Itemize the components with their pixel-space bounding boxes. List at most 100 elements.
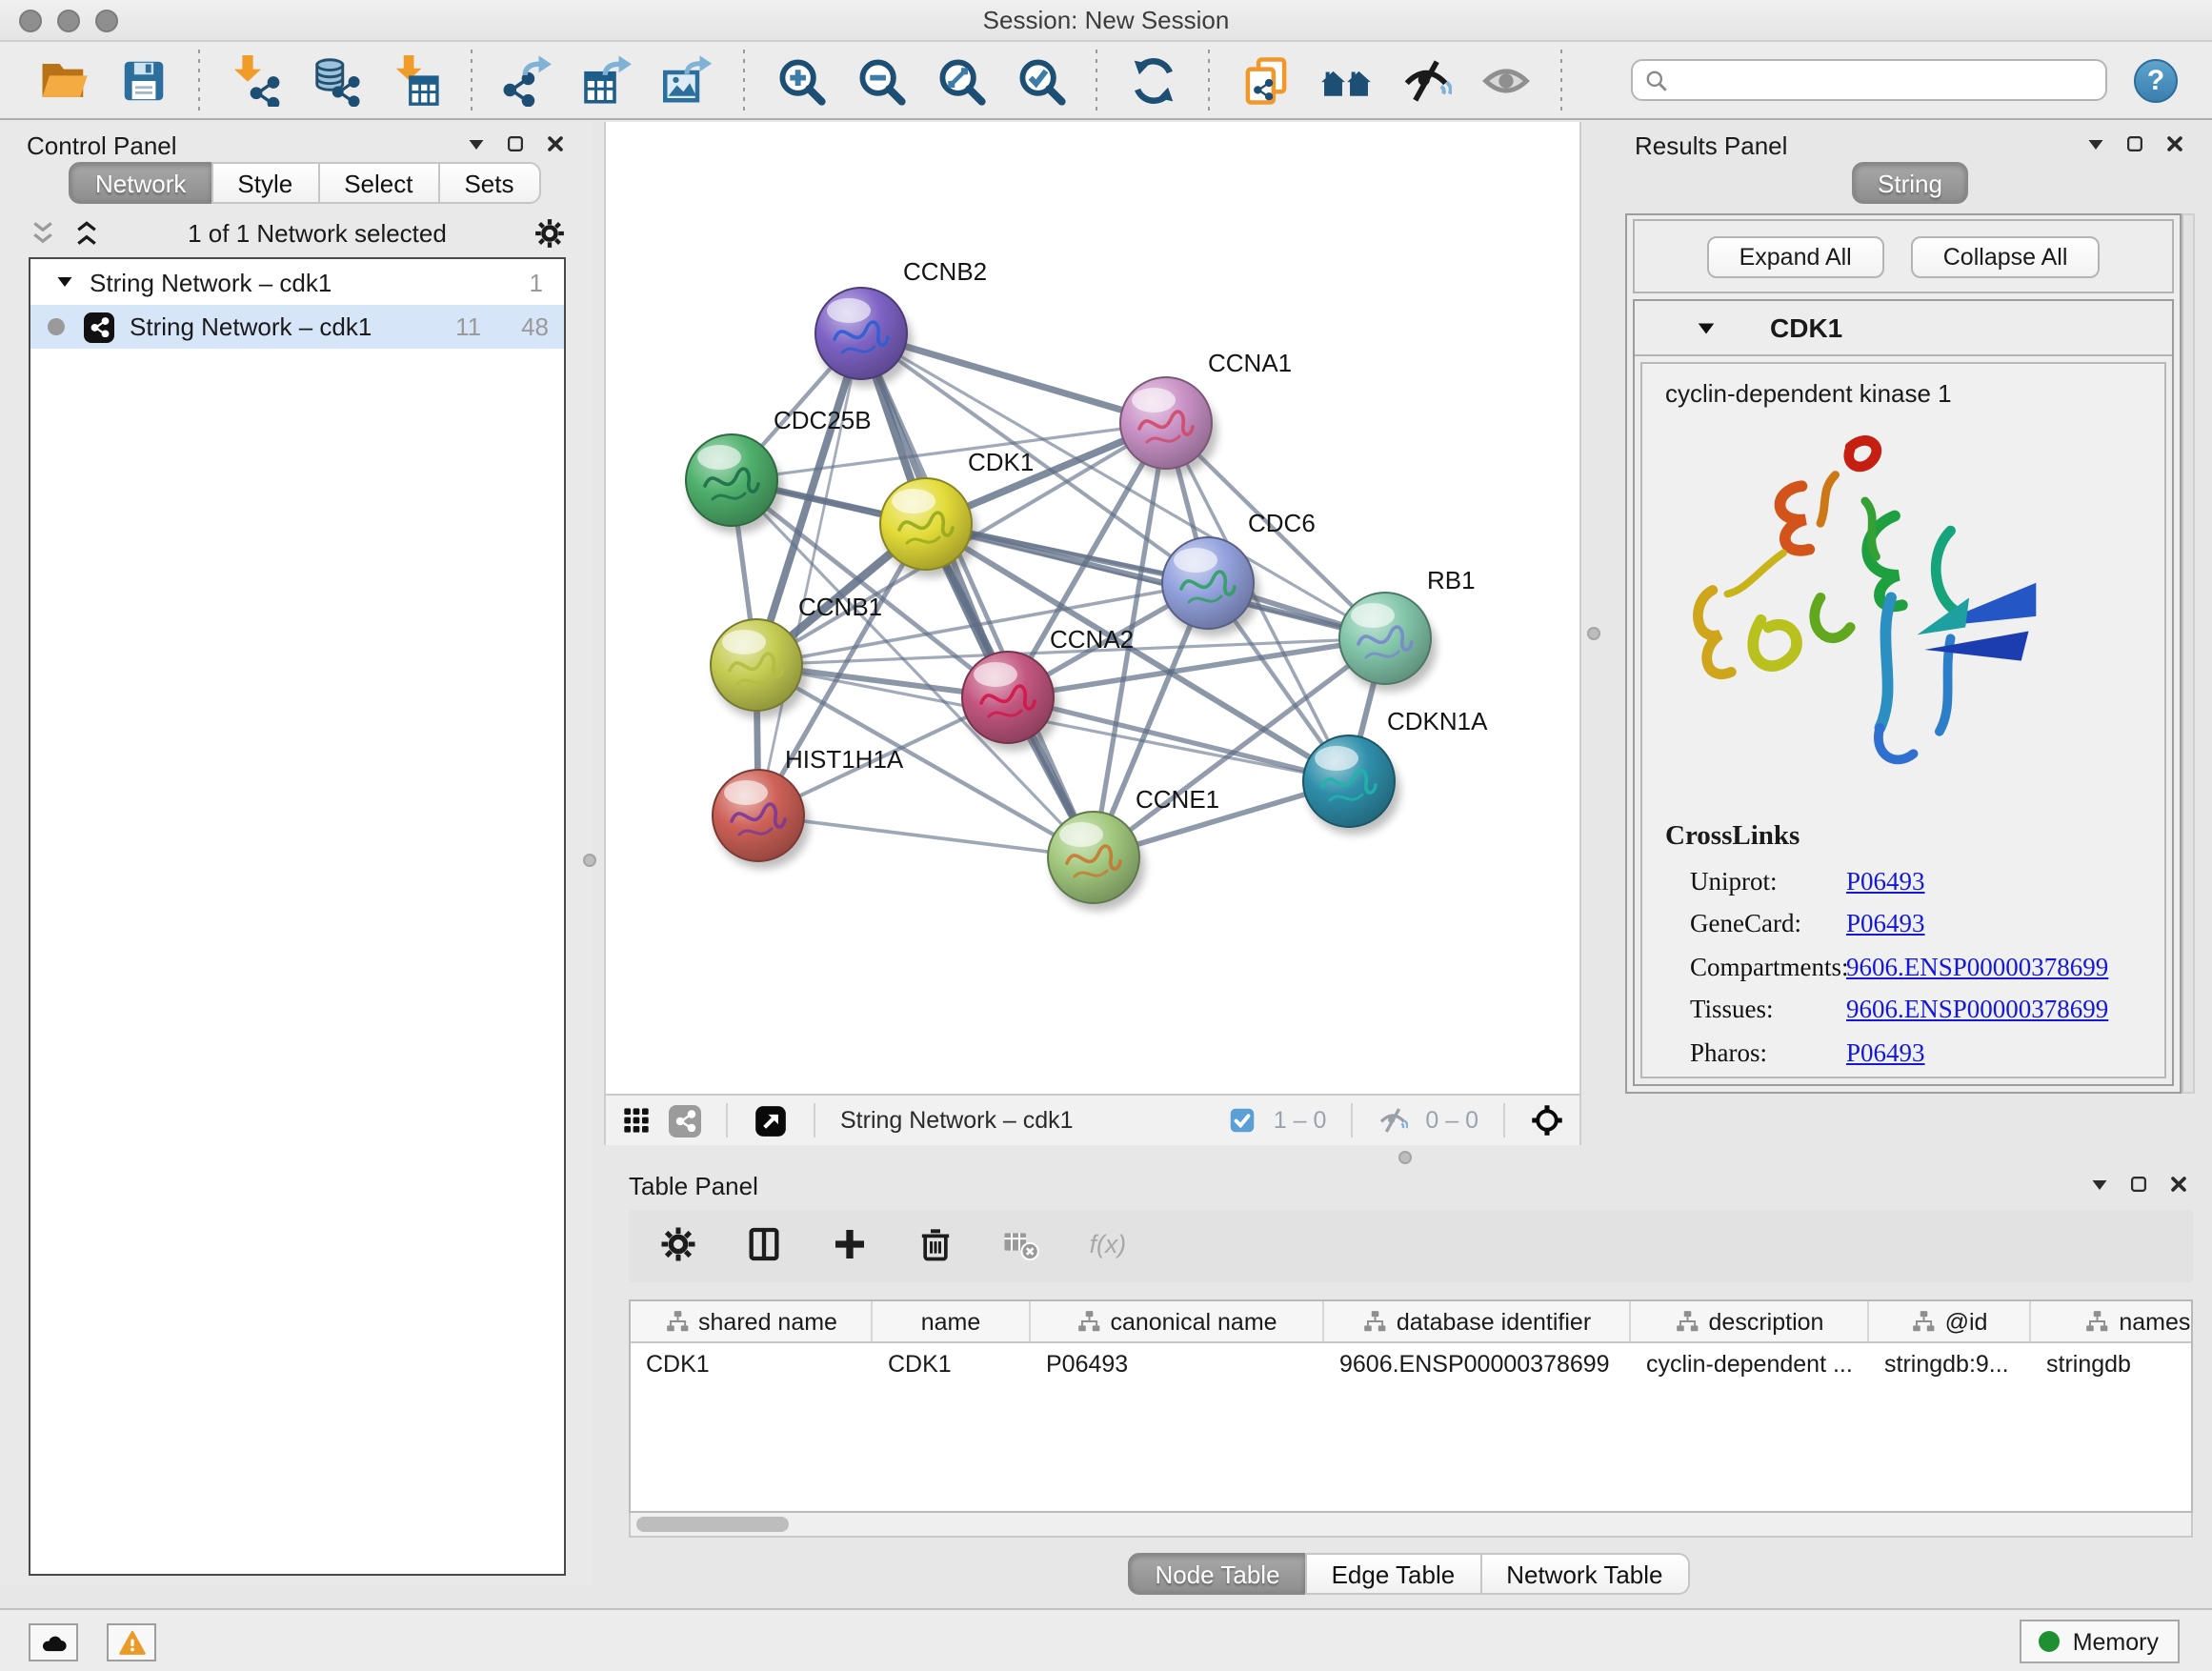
network-selected-summary: 1 of 1 Network selected <box>116 218 518 247</box>
show-all-button[interactable] <box>1465 46 1545 114</box>
network-node-ccna1[interactable] <box>1120 377 1217 476</box>
network-canvas[interactable]: CCNB2CCNA1CDC25BCDK1CDC6RB1CCNB1CCNA2CDK… <box>606 122 1583 1094</box>
crosslink-link[interactable]: P06493 <box>1846 909 1925 939</box>
node-label-cdc6: CDC6 <box>1248 509 1316 537</box>
network-node-ccne1[interactable] <box>1048 812 1145 911</box>
results-panel: Results Panel String Expand All Collapse… <box>1608 122 2212 1145</box>
search-input[interactable] <box>1679 67 2094 93</box>
column-header-name[interactable]: name <box>873 1301 1031 1341</box>
zoom-out-button[interactable] <box>840 46 920 114</box>
tab-edge-table[interactable]: Edge Table <box>1305 1553 1482 1595</box>
results-panel-close-button[interactable] <box>2164 131 2185 159</box>
warnings-button[interactable] <box>107 1623 156 1661</box>
collection-expander-icon[interactable] <box>55 272 74 292</box>
crosslink-link[interactable]: 9606.ENSP00000378699 <box>1846 952 2108 982</box>
column-header-description[interactable]: description <box>1631 1301 1869 1341</box>
right-splitter-handle[interactable] <box>1587 627 1600 640</box>
toolbar-separator <box>743 50 745 111</box>
create-column-button[interactable] <box>831 1224 869 1268</box>
home-button[interactable] <box>1305 46 1385 114</box>
import-network-file-button[interactable] <box>215 46 295 114</box>
table-cell: stringdb:9... <box>1869 1343 2031 1385</box>
network-node-hist1h1a[interactable] <box>713 770 810 869</box>
string-results-box: Expand All Collapse All CDK1 cyclin-depe… <box>1625 213 2182 1094</box>
control-panel-maximize-button[interactable] <box>505 131 526 159</box>
network-node-cdc6[interactable] <box>1162 537 1259 636</box>
column-header-database-identifier[interactable]: database identifier <box>1324 1301 1631 1341</box>
column-header-namespace[interactable]: namespace <box>2031 1301 2193 1341</box>
table-row[interactable]: CDK1CDK1P064939606.ENSP00000378699cyclin… <box>631 1343 2191 1385</box>
tab-select[interactable]: Select <box>317 162 439 204</box>
network-collection-row[interactable]: String Network – cdk1 1 <box>30 259 564 305</box>
selected-checkbox-icon[interactable] <box>1230 1107 1257 1134</box>
tab-node-table[interactable]: Node Table <box>1128 1553 1306 1595</box>
column-header-canonical-name[interactable]: canonical name <box>1031 1301 1324 1341</box>
network-node-cdk1[interactable] <box>880 478 977 577</box>
refresh-layout-button[interactable] <box>1113 46 1193 114</box>
column-header-id[interactable]: @id <box>1869 1301 2031 1341</box>
maximize-window-button[interactable] <box>95 10 118 32</box>
export-network-button[interactable] <box>488 46 568 114</box>
zoom-selected-button[interactable] <box>1000 46 1080 114</box>
gene-expander-icon[interactable] <box>1696 317 1717 338</box>
tab-sets[interactable]: Sets <box>437 162 540 204</box>
left-splitter-handle[interactable] <box>583 854 596 867</box>
import-table-button[interactable] <box>375 46 455 114</box>
memory-label: Memory <box>2073 1628 2159 1655</box>
collapse-all-networks-icon[interactable] <box>72 218 101 247</box>
hide-selected-button[interactable] <box>1385 46 1465 114</box>
tab-style[interactable]: Style <box>211 162 319 204</box>
tab-network-table[interactable]: Network Table <box>1479 1553 1689 1595</box>
table-panel-close-button[interactable] <box>2168 1171 2189 1199</box>
expand-all-networks-icon[interactable] <box>29 218 57 247</box>
memory-button[interactable]: Memory <box>2020 1620 2180 1663</box>
zoom-in-button[interactable] <box>760 46 840 114</box>
network-node-cdkn1a[interactable] <box>1303 735 1400 835</box>
tab-string[interactable]: String <box>1851 162 1969 204</box>
clone-network-button[interactable] <box>1225 46 1305 114</box>
crosslink-link[interactable]: 9606.ENSP00000378699 <box>1846 995 2108 1025</box>
zoom-fit-button[interactable] <box>920 46 1000 114</box>
open-session-button[interactable] <box>23 46 103 114</box>
crosslink-row: Pharos:P06493 <box>1665 1037 2142 1068</box>
minimize-window-button[interactable] <box>57 10 80 32</box>
toggle-panel-split-button[interactable] <box>745 1224 783 1268</box>
collection-count: 1 <box>530 268 564 296</box>
help-button[interactable]: ? <box>2134 58 2178 102</box>
expand-all-button[interactable]: Expand All <box>1707 235 1884 277</box>
results-panel-float-button[interactable] <box>2086 131 2105 159</box>
collection-label: String Network – cdk1 <box>90 268 332 296</box>
network-node-ccnb2[interactable] <box>815 288 913 387</box>
crosslink-link[interactable]: P06493 <box>1846 866 1925 896</box>
close-window-button[interactable] <box>19 10 42 32</box>
show-grid-icon[interactable] <box>621 1105 652 1136</box>
cloud-status-button[interactable] <box>29 1623 78 1661</box>
tab-network[interactable]: Network <box>69 162 212 204</box>
table-settings-button[interactable] <box>659 1224 697 1268</box>
node-label-hist1h1a: HIST1H1A <box>785 745 904 774</box>
fit-content-crosshair-icon[interactable] <box>1530 1103 1564 1137</box>
network-options-gear-icon[interactable] <box>533 216 566 249</box>
birds-eye-view-icon[interactable] <box>753 1102 789 1138</box>
collapse-all-button[interactable]: Collapse All <box>1911 235 2101 277</box>
table-panel-maximize-button[interactable] <box>2128 1171 2149 1199</box>
control-panel-close-button[interactable] <box>545 131 566 159</box>
results-scrollbar[interactable] <box>2182 213 2195 1094</box>
scrollbar-thumb[interactable] <box>636 1517 789 1532</box>
import-network-database-button[interactable] <box>295 46 375 114</box>
results-panel-maximize-button[interactable] <box>2124 131 2145 159</box>
control-panel-float-button[interactable] <box>467 131 486 159</box>
delete-column-button[interactable] <box>916 1224 955 1268</box>
export-image-button[interactable] <box>648 46 728 114</box>
network-node-cdc25b[interactable] <box>686 434 783 534</box>
network-node-rb1[interactable] <box>1339 593 1437 692</box>
column-header-shared-name[interactable]: shared name <box>631 1301 873 1341</box>
table-panel-float-button[interactable] <box>2090 1171 2109 1199</box>
crosslink-link[interactable]: P06493 <box>1846 1037 1925 1068</box>
network-row[interactable]: String Network – cdk1 11 48 <box>30 305 564 349</box>
bottom-splitter-handle[interactable] <box>1398 1151 1412 1164</box>
gene-section-header[interactable]: CDK1 <box>1635 301 2172 356</box>
table-horizontal-scrollbar[interactable] <box>629 1513 2193 1538</box>
export-table-button[interactable] <box>568 46 648 114</box>
save-session-button[interactable] <box>103 46 183 114</box>
